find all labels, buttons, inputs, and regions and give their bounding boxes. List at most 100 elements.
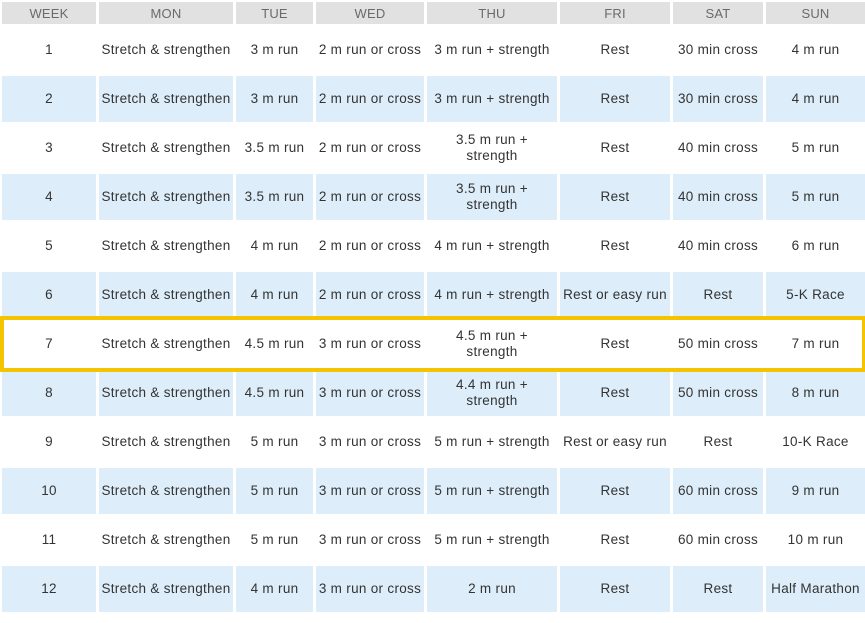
cell-mon: Stretch & strengthen <box>99 321 233 367</box>
cell-tue: 5 m run <box>236 468 313 514</box>
table-row: 7 Stretch & strengthen 4.5 m run 3 m run or… <box>2 321 865 367</box>
cell-sat: 40 min cross <box>673 125 763 171</box>
table-row: 2 Stretch & strengthen 3 m run 2 m run or c… <box>2 76 865 122</box>
cell-sun: 10 m run <box>766 517 865 563</box>
cell-wed: 2 m run or cross <box>316 223 424 269</box>
table-row: 6 Stretch & strengthen 4 m run 2 m run or c… <box>2 272 865 318</box>
header-week: WEEK <box>2 2 96 24</box>
cell-tue: 5 m run <box>236 419 313 465</box>
table-row: 1 Stretch & strengthen 3 m run 2 m run or c… <box>2 27 865 73</box>
cell-fri: Rest <box>560 468 670 514</box>
cell-fri: Rest <box>560 76 670 122</box>
cell-sun: 5 m run <box>766 174 865 220</box>
cell-week: 7 <box>2 321 96 367</box>
cell-fri: Rest <box>560 174 670 220</box>
cell-sat: 30 min cross <box>673 76 763 122</box>
cell-wed: 2 m run or cross <box>316 125 424 171</box>
table-body: 1 Stretch & strengthen 3 m run 2 m run or c… <box>2 27 865 612</box>
cell-sun: 8 m run <box>766 370 865 416</box>
cell-sat: 60 min cross <box>673 517 763 563</box>
cell-wed: 2 m run or cross <box>316 272 424 318</box>
cell-mon: Stretch & strengthen <box>99 76 233 122</box>
cell-thu: 5 m run + strength <box>427 517 557 563</box>
cell-thu: 4 m run + strength <box>427 223 557 269</box>
table-row: 5 Stretch & strengthen 4 m run 2 m run or c… <box>2 223 865 269</box>
cell-tue: 4.5 m run <box>236 370 313 416</box>
cell-week: 4 <box>2 174 96 220</box>
header-fri: FRI <box>560 2 670 24</box>
cell-fri: Rest <box>560 125 670 171</box>
cell-week: 6 <box>2 272 96 318</box>
cell-sun: 4 m run <box>766 27 865 73</box>
cell-sun: 4 m run <box>766 76 865 122</box>
cell-tue: 4 m run <box>236 272 313 318</box>
cell-fri: Rest <box>560 566 670 612</box>
cell-tue: 3.5 m run <box>236 125 313 171</box>
cell-sat: 60 min cross <box>673 468 763 514</box>
cell-sun: 7 m run <box>766 321 865 367</box>
cell-mon: Stretch & strengthen <box>99 223 233 269</box>
header-sat: SAT <box>673 2 763 24</box>
cell-week: 8 <box>2 370 96 416</box>
cell-wed: 3 m run or cross <box>316 566 424 612</box>
cell-mon: Stretch & strengthen <box>99 125 233 171</box>
cell-tue: 4.5 m run <box>236 321 313 367</box>
cell-sat: 50 min cross <box>673 321 763 367</box>
cell-week: 5 <box>2 223 96 269</box>
cell-sun: 10-K Race <box>766 419 865 465</box>
cell-week: 1 <box>2 27 96 73</box>
table-row: 11 Stretch & strengthen 5 m run 3 m run or … <box>2 517 865 563</box>
cell-fri: Rest or easy run <box>560 419 670 465</box>
cell-sat: Rest <box>673 419 763 465</box>
cell-mon: Stretch & strengthen <box>99 174 233 220</box>
cell-thu: 5 m run + strength <box>427 468 557 514</box>
cell-tue: 3 m run <box>236 27 313 73</box>
cell-sat: 40 min cross <box>673 174 763 220</box>
cell-week: 2 <box>2 76 96 122</box>
cell-wed: 2 m run or cross <box>316 76 424 122</box>
cell-sun: 5-K Race <box>766 272 865 318</box>
cell-mon: Stretch & strengthen <box>99 468 233 514</box>
cell-sun: 5 m run <box>766 125 865 171</box>
cell-thu: 3.5 m run + strength <box>427 174 557 220</box>
cell-sun: Half Marathon <box>766 566 865 612</box>
cell-week: 12 <box>2 566 96 612</box>
cell-thu: 2 m run <box>427 566 557 612</box>
cell-fri: Rest <box>560 517 670 563</box>
cell-week: 3 <box>2 125 96 171</box>
cell-thu: 3 m run + strength <box>427 27 557 73</box>
cell-sat: Rest <box>673 272 763 318</box>
cell-sat: 30 min cross <box>673 27 763 73</box>
cell-wed: 3 m run or cross <box>316 370 424 416</box>
cell-mon: Stretch & strengthen <box>99 27 233 73</box>
cell-thu: 4.5 m run + strength <box>427 321 557 367</box>
table-row: 9 Stretch & strengthen 5 m run 3 m run or c… <box>2 419 865 465</box>
cell-sat: 40 min cross <box>673 223 763 269</box>
table-row: 8 Stretch & strengthen 4.5 m run 3 m run or… <box>2 370 865 416</box>
cell-thu: 3 m run + strength <box>427 76 557 122</box>
table-row: 3 Stretch & strengthen 3.5 m run 2 m run or… <box>2 125 865 171</box>
cell-wed: 3 m run or cross <box>316 517 424 563</box>
cell-sun: 9 m run <box>766 468 865 514</box>
cell-wed: 3 m run or cross <box>316 321 424 367</box>
cell-week: 9 <box>2 419 96 465</box>
cell-tue: 3.5 m run <box>236 174 313 220</box>
cell-tue: 3 m run <box>236 76 313 122</box>
cell-mon: Stretch & strengthen <box>99 272 233 318</box>
cell-fri: Rest <box>560 223 670 269</box>
cell-mon: Stretch & strengthen <box>99 566 233 612</box>
header-thu: THU <box>427 2 557 24</box>
cell-thu: 3.5 m run + strength <box>427 125 557 171</box>
cell-thu: 4 m run + strength <box>427 272 557 318</box>
cell-fri: Rest or easy run <box>560 272 670 318</box>
cell-wed: 2 m run or cross <box>316 174 424 220</box>
cell-thu: 5 m run + strength <box>427 419 557 465</box>
header-tue: TUE <box>236 2 313 24</box>
table-row: 12 Stretch & strengthen 4 m run 3 m run or … <box>2 566 865 612</box>
cell-wed: 2 m run or cross <box>316 27 424 73</box>
cell-fri: Rest <box>560 321 670 367</box>
cell-sat: Rest <box>673 566 763 612</box>
table-row: 4 Stretch & strengthen 3.5 m run 2 m run or… <box>2 174 865 220</box>
cell-sat: 50 min cross <box>673 370 763 416</box>
cell-week: 11 <box>2 517 96 563</box>
